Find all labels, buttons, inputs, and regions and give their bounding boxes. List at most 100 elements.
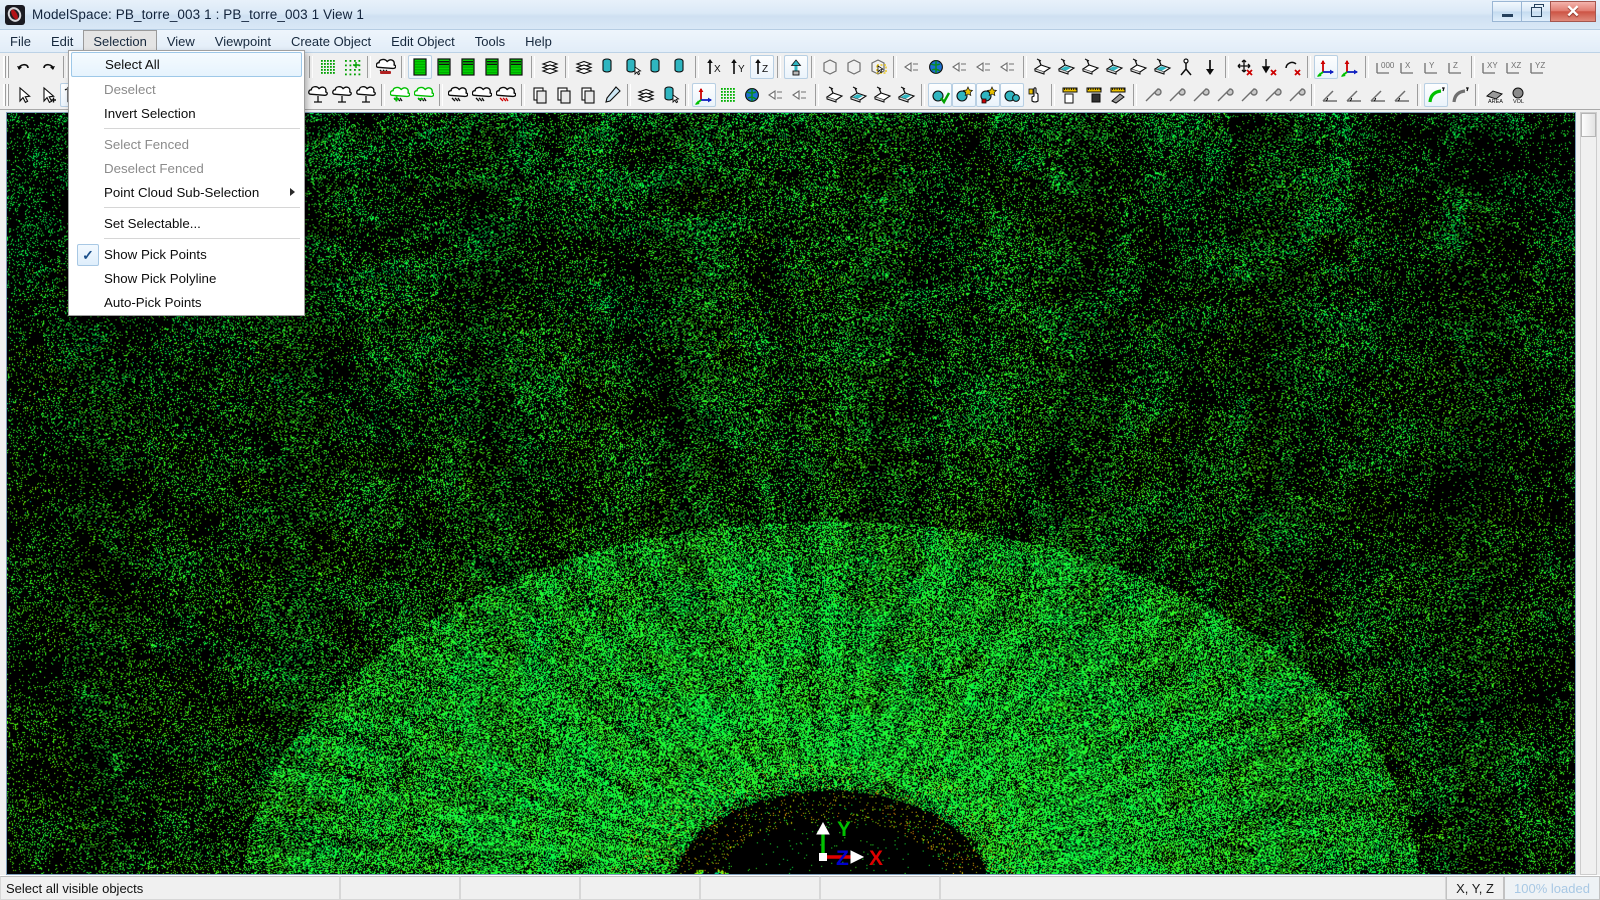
pointer-add-icon[interactable] [36,83,60,107]
region-pick-icon[interactable] [866,55,890,79]
menu-create-object[interactable]: Create Object [281,30,381,52]
grid-sparse-icon[interactable] [340,55,364,79]
scan-box-6-icon[interactable] [1150,55,1174,79]
scan-view-2-icon[interactable] [846,83,870,107]
layer-green-2-icon[interactable] [432,55,456,79]
tool-wrench-1-icon[interactable] [1140,83,1164,107]
lock-red-icon[interactable] [976,83,1000,107]
undo-icon[interactable] [12,55,36,79]
scan-view-1-icon[interactable] [822,83,846,107]
menu-item-set-selectable[interactable]: Set Selectable... [69,211,304,235]
cloud-trim-icon[interactable] [470,83,494,107]
stack-layers-2-icon[interactable] [572,55,596,79]
layer-green-5-icon[interactable] [504,55,528,79]
coord-z-icon[interactable]: Z [1444,55,1468,79]
probe-cylinder-icon[interactable] [644,55,668,79]
box-wire-icon[interactable] [842,55,866,79]
scan-tripod-icon[interactable] [1174,55,1198,79]
box-left-icon[interactable] [818,55,842,79]
pointer-select-icon[interactable] [12,83,36,107]
scrollbar-thumb[interactable] [1581,113,1596,137]
validate-check-icon[interactable] [928,83,952,107]
selection-dropdown-menu[interactable]: Select All Deselect Invert Selection Select… [68,50,305,316]
axis-up-z-icon[interactable]: Z [750,55,774,79]
scan-box-3-icon[interactable] [1078,55,1102,79]
move-delete-icon[interactable] [1232,55,1256,79]
view-cone-icon[interactable] [900,55,924,79]
reg-arrow-1-icon[interactable] [948,55,972,79]
drop-delete-icon[interactable] [1256,55,1280,79]
menu-item-point-cloud-sub-selection[interactable]: Point Cloud Sub-Selection [69,180,304,204]
menu-tools[interactable]: Tools [465,30,515,52]
tool-box-d-icon[interactable] [1260,83,1284,107]
scan-box-5-icon[interactable] [1126,55,1150,79]
stack-layers-icon[interactable] [538,55,562,79]
coord-y-icon[interactable]: Y [1420,55,1444,79]
menu-edit[interactable]: Edit [41,30,83,52]
angle-measure-icon[interactable] [1318,83,1342,107]
menu-help[interactable]: Help [515,30,562,52]
tool-box-e-icon[interactable] [1284,83,1308,107]
binocular-icon[interactable] [1000,83,1024,107]
stack-layers-b-icon[interactable] [634,83,658,107]
duplicate-icon[interactable] [576,83,600,107]
scan-down-icon[interactable] [1198,55,1222,79]
coord-yz-icon[interactable]: YZ [1526,55,1550,79]
pipe-gray-icon[interactable] [1448,83,1472,107]
toolbar-grip[interactable] [3,56,10,78]
cloud-add-green-icon[interactable] [388,83,412,107]
angle-theta-icon[interactable] [1390,83,1414,107]
tool-wrench-4-icon[interactable] [1212,83,1236,107]
menu-edit-object[interactable]: Edit Object [381,30,465,52]
redo-icon[interactable] [36,55,60,79]
menu-item-select-all[interactable]: Select All [71,52,302,77]
pipe-green-icon[interactable] [1424,83,1448,107]
rotate-delete-icon[interactable] [1280,55,1304,79]
viewport-vertical-scrollbar[interactable] [1580,112,1597,875]
cylinder-fit-icon[interactable] [596,55,620,79]
scan-box-4-icon[interactable] [1102,55,1126,79]
radius-measure-icon[interactable] [1342,83,1366,107]
toolbar-grip[interactable] [3,84,10,106]
mesh-4-icon[interactable] [354,83,378,107]
scan-view-4-icon[interactable] [894,83,918,107]
reg-ghost-1-icon[interactable] [764,83,788,107]
ucs-axes-icon[interactable] [1314,55,1338,79]
probe-pen-icon[interactable] [600,83,624,107]
volume-measure-icon[interactable]: VOL [1506,83,1530,107]
grid-dense-icon[interactable] [316,55,340,79]
coord-xy-icon[interactable]: XY [1478,55,1502,79]
coord-000-icon[interactable]: 000 [1372,55,1396,79]
scan-view-3-icon[interactable] [870,83,894,107]
axis-up-x-icon[interactable]: X [702,55,726,79]
ruler-build-icon[interactable] [1058,83,1082,107]
cylinder-pick-icon[interactable] [658,83,682,107]
hand-point-icon[interactable] [1024,83,1048,107]
vertical-extrude-icon[interactable] [784,55,808,79]
cloud-car-icon[interactable] [374,55,398,79]
reg-arrow-3-icon[interactable] [996,55,1020,79]
ruler-save-icon[interactable] [1082,83,1106,107]
menu-item-show-pick-polyline[interactable]: Show Pick Polyline [69,266,304,290]
layer-green-1-icon[interactable] [408,55,432,79]
tool-wrench-3-icon[interactable] [1188,83,1212,107]
globe-green-icon[interactable] [740,83,764,107]
globe-view-icon[interactable] [924,55,948,79]
maximize-button[interactable] [1521,1,1550,22]
mesh-3-icon[interactable] [330,83,354,107]
close-button[interactable]: ✕ [1550,1,1596,22]
ucs-origin-icon[interactable] [1338,55,1362,79]
layer-green-3-icon[interactable] [456,55,480,79]
menu-view[interactable]: View [157,30,205,52]
reg-ghost-2-icon[interactable] [788,83,812,107]
cloud-red-line-icon[interactable] [494,83,518,107]
mesh-2-icon[interactable] [306,83,330,107]
menu-viewpoint[interactable]: Viewpoint [205,30,281,52]
tool-wrench-2-icon[interactable] [1164,83,1188,107]
menu-selection[interactable]: Selection [83,30,157,52]
scan-box-2-icon[interactable] [1054,55,1078,79]
area-measure-icon[interactable]: AREA [1482,83,1506,107]
menu-item-invert-selection[interactable]: Invert Selection [69,101,304,125]
ucs-move-icon[interactable] [692,83,716,107]
cloud-cut-icon[interactable] [446,83,470,107]
